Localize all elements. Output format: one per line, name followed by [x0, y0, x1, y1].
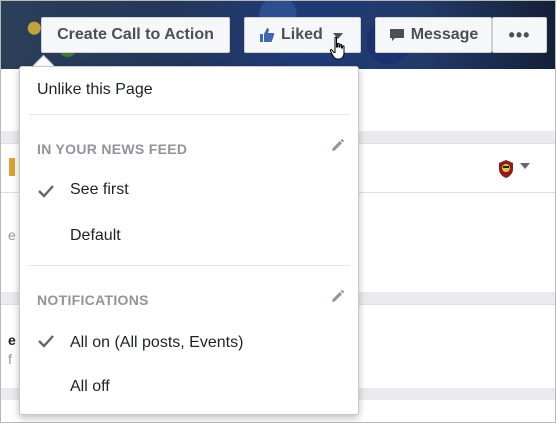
page-profile-icon[interactable]	[497, 159, 515, 179]
pencil-icon[interactable]	[330, 139, 344, 153]
menu-divider	[29, 114, 350, 115]
menu-divider	[29, 265, 350, 266]
news-feed-section-label: IN YOUR NEWS FEED	[37, 141, 188, 157]
unlike-page-menu-item[interactable]: Unlike this Page	[37, 81, 153, 99]
post-options-caret-icon[interactable]	[520, 163, 530, 169]
background-text-peek: e	[8, 227, 16, 243]
all-on-option[interactable]: All on (All posts, Events)	[70, 334, 243, 352]
liked-label: Liked	[281, 26, 323, 43]
checkmark-icon	[38, 335, 54, 348]
more-dots-icon: •••	[508, 24, 531, 45]
default-option[interactable]: Default	[70, 227, 121, 245]
pencil-icon[interactable]	[330, 290, 344, 304]
post-thumbnail-peek	[9, 158, 15, 176]
background-text-peek: f	[8, 351, 12, 367]
checkmark-icon	[38, 185, 54, 198]
message-button[interactable]: Message	[375, 17, 492, 53]
all-off-option[interactable]: All off	[70, 378, 110, 396]
thumbs-up-icon	[260, 28, 275, 42]
create-call-to-action-label: Create Call to Action	[57, 26, 214, 43]
message-label: Message	[410, 26, 479, 43]
liked-dropdown-menu: Unlike this Page IN YOUR NEWS FEED See f…	[19, 66, 359, 415]
more-options-button[interactable]: •••	[492, 17, 547, 53]
see-first-option[interactable]: See first	[70, 181, 129, 199]
speech-bubble-icon	[389, 28, 404, 41]
hand-pointer-icon	[329, 36, 345, 60]
background-text-peek: e	[8, 332, 16, 348]
create-call-to-action-button[interactable]: Create Call to Action	[41, 17, 230, 53]
notifications-section-label: NOTIFICATIONS	[37, 292, 149, 308]
